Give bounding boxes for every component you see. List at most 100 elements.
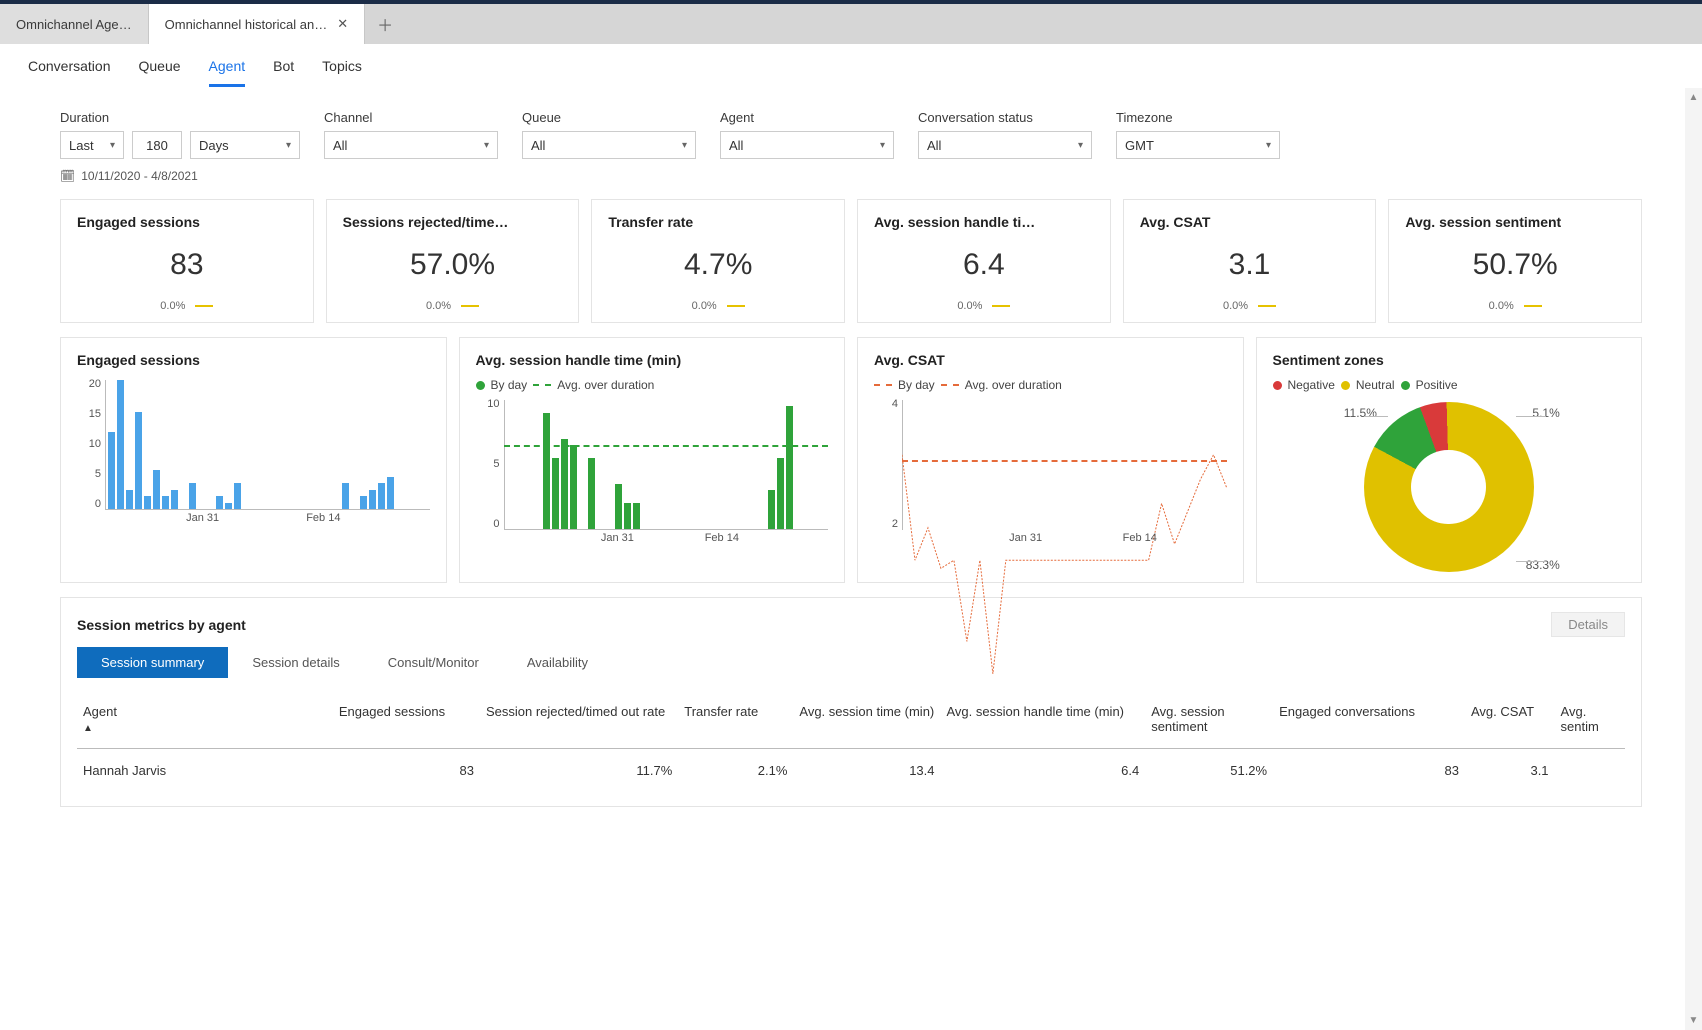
chevron-down-icon: ▾ [1078, 140, 1083, 151]
table-row[interactable]: Hannah Jarvis8311.7%2.1%13.46.451.2%833.… [77, 749, 1625, 793]
kpi-title: Avg. session sentiment [1405, 214, 1625, 230]
chevron-down-icon: ▾ [286, 140, 291, 151]
filter-label-timezone: Timezone [1116, 110, 1280, 125]
kpi-delta: 0.0% [957, 300, 982, 312]
legend-dot-icon [1401, 381, 1410, 390]
add-tab-button[interactable]: ＋ [365, 4, 405, 44]
queue-select[interactable]: All▾ [522, 131, 696, 159]
scrollbar[interactable]: ▲ ▼ [1685, 88, 1702, 1030]
duration-count-input[interactable]: 180 [132, 131, 182, 159]
legend-dot-icon [476, 381, 485, 390]
column-header[interactable]: Engaged conversations [1273, 696, 1465, 749]
tab-topics[interactable]: Topics [322, 58, 362, 87]
tab-bot[interactable]: Bot [273, 58, 294, 87]
chart-legend: NegativeNeutralPositive [1273, 378, 1626, 392]
status-select[interactable]: All▾ [918, 131, 1092, 159]
nav-tabs: Conversation Queue Agent Bot Topics [0, 44, 1702, 88]
chart-card[interactable]: Avg. session handle time (min) By dayAvg.… [459, 337, 846, 583]
sub-tab-session-details[interactable]: Session details [228, 647, 363, 678]
tab-label: Omnichannel Age… [16, 17, 132, 32]
legend-dash-icon [533, 384, 551, 386]
legend-dash-icon [874, 384, 892, 386]
channel-select[interactable]: All▾ [324, 131, 498, 159]
kpi-title: Transfer rate [608, 214, 828, 230]
sub-tab-availability[interactable]: Availability [503, 647, 612, 678]
scroll-down-icon[interactable]: ▼ [1685, 1011, 1702, 1030]
date-range: 🗓 10/11/2020 - 4/8/2021 [60, 169, 1642, 183]
kpi-card[interactable]: Engaged sessions 83 0.0% [60, 199, 314, 323]
column-header[interactable]: Transfer rate [678, 696, 793, 749]
timezone-select[interactable]: GMT▾ [1116, 131, 1280, 159]
column-header[interactable]: Avg. sentim [1555, 696, 1625, 749]
kpi-delta: 0.0% [160, 300, 185, 312]
kpi-delta: 0.0% [1489, 300, 1514, 312]
kpi-card[interactable]: Sessions rejected/time… 57.0% 0.0% [326, 199, 580, 323]
chart-title: Avg. CSAT [874, 352, 1227, 368]
tab-conversation[interactable]: Conversation [28, 58, 111, 87]
chart-card[interactable]: Avg. CSATBy dayAvg. over duration42Jan 3… [857, 337, 1244, 583]
tab-label: Omnichannel historical an… [165, 17, 328, 32]
scroll-up-icon[interactable]: ▲ [1685, 88, 1702, 107]
kpi-value: 50.7% [1405, 248, 1625, 282]
tab-strip: Omnichannel Age… Omnichannel historical … [0, 4, 1702, 44]
chart-legend: By dayAvg. over duration [874, 378, 1227, 392]
kpi-value: 6.4 [874, 248, 1094, 282]
filter-label-agent: Agent [720, 110, 894, 125]
session-metrics-title: Session metrics by agent [77, 617, 246, 633]
column-header[interactable]: Session rejected/timed out rate [480, 696, 678, 749]
kpi-title: Avg. session handle ti… [874, 214, 1094, 230]
legend-dot-icon [1273, 381, 1282, 390]
kpi-value: 4.7% [608, 248, 828, 282]
agent-select[interactable]: All▾ [720, 131, 894, 159]
sort-asc-icon: ▲ [83, 723, 93, 734]
kpi-delta: 0.0% [1223, 300, 1248, 312]
column-header[interactable]: Avg. CSAT [1465, 696, 1555, 749]
chevron-down-icon: ▾ [682, 140, 687, 151]
chart-title: Avg. session handle time (min) [476, 352, 829, 368]
trend-icon [195, 305, 213, 307]
filter-label-channel: Channel [324, 110, 498, 125]
close-icon[interactable]: ✕ [337, 16, 348, 32]
charts-row: Engaged sessions20151050Jan 31Feb 14Avg.… [60, 337, 1642, 583]
duration-last-select[interactable]: Last▾ [60, 131, 124, 159]
chart-legend: By dayAvg. over duration [476, 378, 829, 392]
kpi-value: 3.1 [1140, 248, 1360, 282]
chart-title: Sentiment zones [1273, 352, 1626, 368]
chevron-down-icon: ▾ [880, 140, 885, 151]
chevron-down-icon: ▾ [110, 140, 115, 151]
kpi-card[interactable]: Avg. session sentiment 50.7% 0.0% [1388, 199, 1642, 323]
tab-agent[interactable]: Agent [209, 58, 246, 87]
tab-queue[interactable]: Queue [139, 58, 181, 87]
kpi-card[interactable]: Avg. CSAT 3.1 0.0% [1123, 199, 1377, 323]
filter-label-status: Conversation status [918, 110, 1092, 125]
session-metrics-card: Session metrics by agent Details Session… [60, 597, 1642, 807]
kpi-delta: 0.0% [692, 300, 717, 312]
sub-tab-consult-monitor[interactable]: Consult/Monitor [364, 647, 503, 678]
chart-card[interactable]: Sentiment zonesNegativeNeutralPositive 5… [1256, 337, 1643, 583]
duration-unit-select[interactable]: Days▾ [190, 131, 300, 159]
kpi-value: 57.0% [343, 248, 563, 282]
sub-tab-session-summary[interactable]: Session summary [77, 647, 228, 678]
trend-icon [461, 305, 479, 307]
kpi-card[interactable]: Transfer rate 4.7% 0.0% [591, 199, 845, 323]
chart-card[interactable]: Engaged sessions20151050Jan 31Feb 14 [60, 337, 447, 583]
kpi-row: Engaged sessions 83 0.0%Sessions rejecte… [60, 199, 1642, 323]
trend-icon [992, 305, 1010, 307]
app-tab-inactive[interactable]: Omnichannel Age… [0, 4, 149, 44]
legend-dash-icon [941, 384, 959, 386]
chart-title: Engaged sessions [77, 352, 430, 368]
column-header[interactable]: Agent▲ [77, 696, 333, 749]
filters-row: Duration Last▾ 180 Days▾ Channel All▾ Qu… [60, 110, 1642, 159]
kpi-card[interactable]: Avg. session handle ti… 6.4 0.0% [857, 199, 1111, 323]
details-button[interactable]: Details [1551, 612, 1625, 637]
column-header[interactable]: Engaged sessions [333, 696, 480, 749]
trend-icon [1258, 305, 1276, 307]
kpi-title: Sessions rejected/time… [343, 214, 563, 230]
filter-label-queue: Queue [522, 110, 696, 125]
app-tab-active[interactable]: Omnichannel historical an… ✕ [149, 4, 365, 44]
kpi-value: 83 [77, 248, 297, 282]
session-metrics-table: Agent▲Engaged sessionsSession rejected/t… [77, 696, 1625, 792]
kpi-delta: 0.0% [426, 300, 451, 312]
session-sub-tabs: Session summary Session details Consult/… [77, 647, 1625, 678]
kpi-title: Avg. CSAT [1140, 214, 1360, 230]
